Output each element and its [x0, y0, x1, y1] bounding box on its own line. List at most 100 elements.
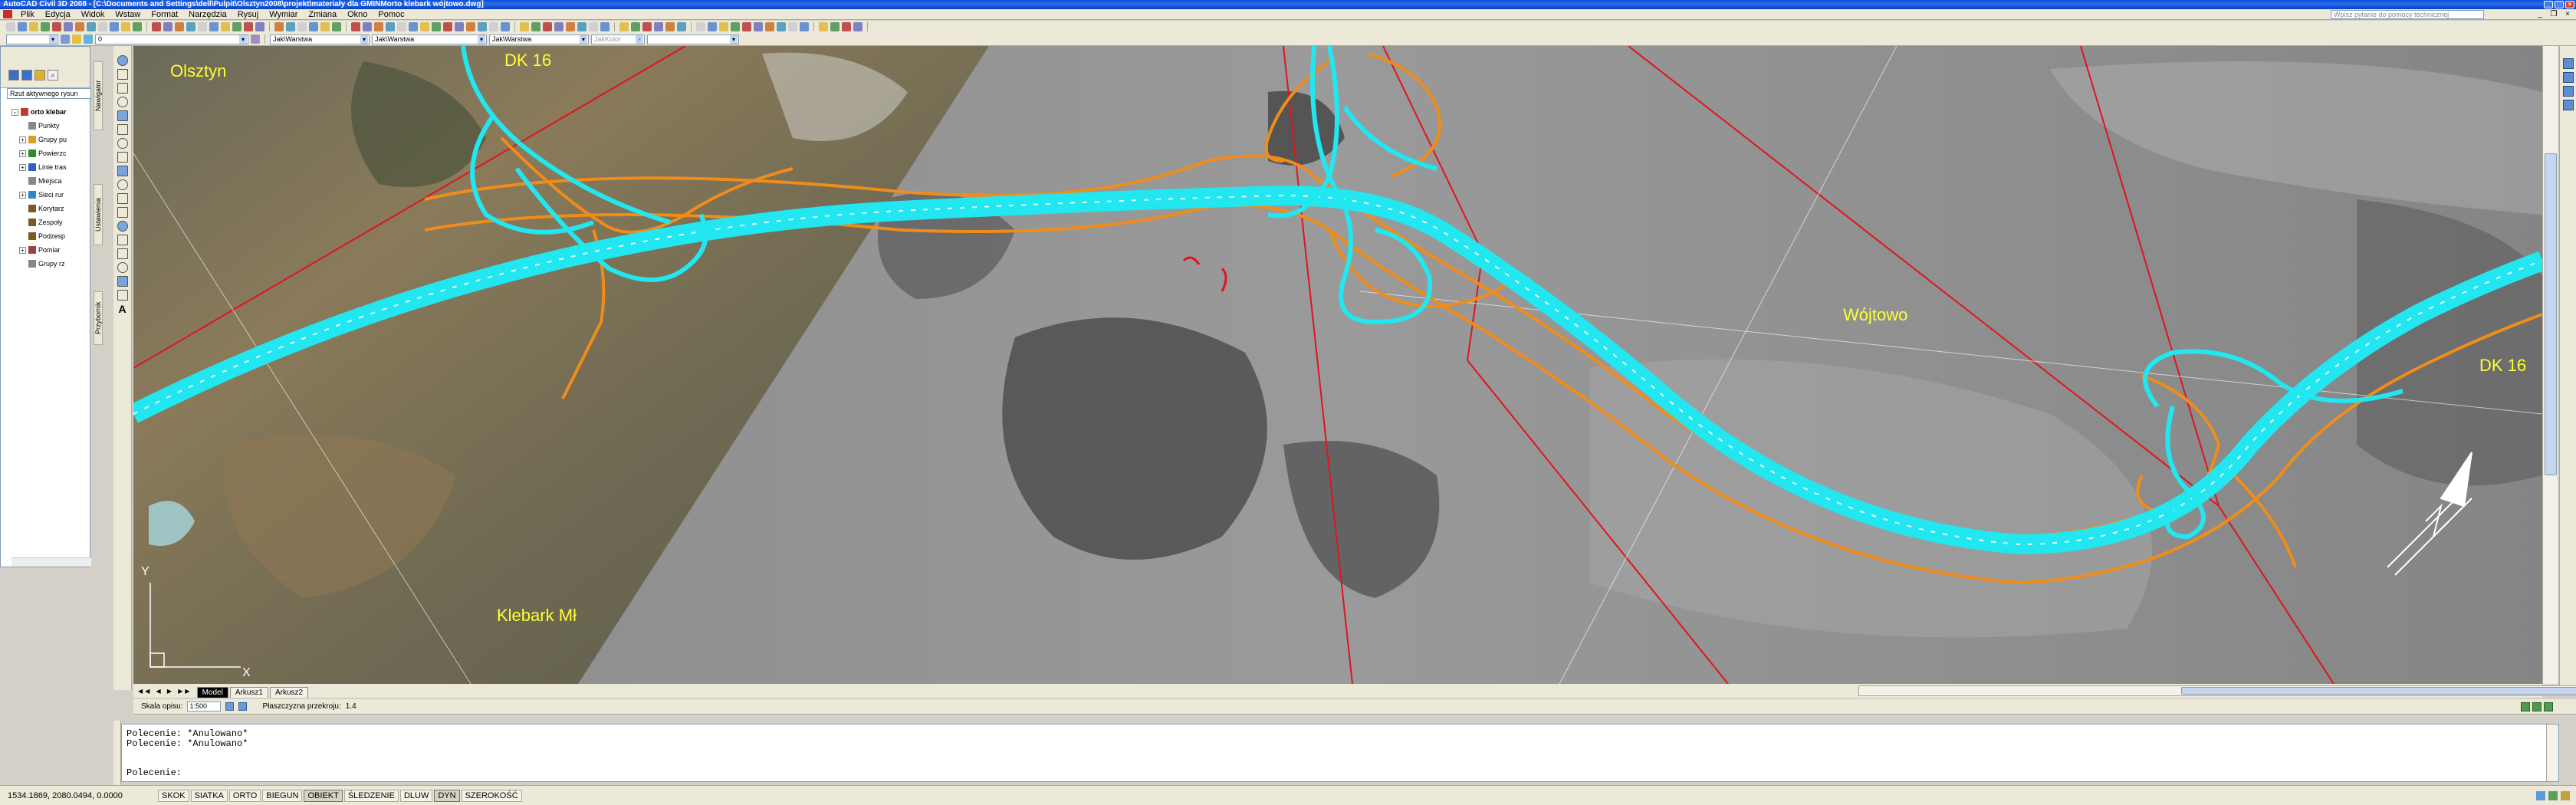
toolbar-button-icon[interactable]	[853, 22, 863, 31]
toolbar-button-icon[interactable]	[6, 22, 15, 31]
status-toggle-śledzenie[interactable]: ŚLEDZENIE	[343, 789, 399, 802]
toolbar-button-icon[interactable]	[642, 22, 652, 31]
tree-item[interactable]: Miejsca	[12, 174, 91, 188]
toolbar-button-icon[interactable]	[133, 22, 142, 31]
tab-navigator[interactable]: Nawigator	[94, 61, 103, 130]
communication-center-icon[interactable]	[2536, 790, 2545, 800]
command-prompt[interactable]: Polecenie:	[127, 768, 182, 778]
status-toggle-siatka[interactable]: SIATKA	[190, 789, 228, 802]
linetype-combo[interactable]: Jak\Warstwa	[372, 34, 487, 44]
tree-item[interactable]: + Grupy pu	[12, 133, 91, 146]
toolbar-button-icon[interactable]	[765, 22, 774, 31]
menu-edycja[interactable]: Edycja	[40, 9, 76, 20]
toolbar-button-icon[interactable]	[209, 22, 219, 31]
revision-cloud-tool-icon[interactable]	[117, 152, 128, 163]
toolbar-button-icon[interactable]	[654, 22, 663, 31]
clean-screen-icon[interactable]	[2544, 702, 2553, 711]
toolbar-button-icon[interactable]	[478, 22, 487, 31]
bulb-icon[interactable]	[72, 34, 81, 44]
prospector-scrollbar[interactable]	[12, 557, 91, 567]
tree-item[interactable]: Zespoły	[12, 215, 91, 229]
tree-expander-icon[interactable]: +	[19, 246, 26, 254]
orbit-icon[interactable]	[2562, 100, 2574, 110]
toolbar-button-icon[interactable]	[455, 22, 464, 31]
toolbar-button-icon[interactable]	[420, 22, 429, 31]
tree-expander-icon[interactable]: +	[19, 191, 26, 199]
toolbar-button-icon[interactable]	[29, 22, 38, 31]
color-combo[interactable]: Jak\Warstwa	[270, 34, 370, 44]
toolbar-button-icon[interactable]	[363, 22, 372, 31]
layer-manager-icon[interactable]	[61, 34, 70, 44]
menu-plik[interactable]: Plik	[15, 9, 40, 20]
toolbar-button-icon[interactable]	[52, 22, 61, 31]
construction-line-tool-icon[interactable]	[117, 69, 128, 80]
lock-icon[interactable]	[2532, 702, 2542, 711]
tree-expander-icon[interactable]: +	[19, 150, 26, 157]
toolbar-button-icon[interactable]	[543, 22, 552, 31]
toolbar-button-icon[interactable]	[198, 22, 207, 31]
point-tool-icon[interactable]	[117, 235, 128, 245]
tab-toolbox[interactable]: Przybornik	[94, 291, 103, 345]
close-button[interactable]: ×	[2565, 1, 2574, 8]
ellipse-tool-icon[interactable]	[117, 179, 128, 190]
coordinate-readout[interactable]: 1534.1869, 2080.0494, 0.0000	[8, 791, 158, 800]
vertical-scroll-thumb[interactable]	[2545, 153, 2557, 475]
menu-rysuj[interactable]: Rysuj	[232, 9, 264, 20]
layer-state-combo[interactable]	[6, 34, 58, 44]
tree-item[interactable]: + Sieci rur	[12, 188, 91, 202]
map-canvas[interactable]: Y X	[133, 46, 2542, 684]
toolbar-button-icon[interactable]	[696, 22, 705, 31]
toolbar-button-icon[interactable]	[432, 22, 441, 31]
status-toggle-szerokość[interactable]: SZEROKOŚĆ	[461, 789, 522, 802]
toolbar-button-icon[interactable]	[619, 22, 629, 31]
toolbar-button-icon[interactable]	[466, 22, 475, 31]
toolbar-button-icon[interactable]	[98, 22, 107, 31]
toolbar-button-icon[interactable]	[589, 22, 598, 31]
tree-item[interactable]: + Powierzc	[12, 146, 91, 160]
menu-widok[interactable]: Widok	[76, 9, 110, 20]
toolbar-button-icon[interactable]	[566, 22, 575, 31]
toolbar-button-icon[interactable]	[631, 22, 640, 31]
view-combo[interactable]: Rzut aktywnego rysun	[7, 88, 91, 99]
toolbar-button-icon[interactable]	[443, 22, 452, 31]
horizontal-scroll-thumb[interactable]	[2181, 687, 2576, 695]
viewcube-icon[interactable]	[2562, 58, 2574, 69]
toolbar-button-icon[interactable]	[309, 22, 318, 31]
tab-arkusz1[interactable]: Arkusz1	[229, 687, 268, 698]
toolbar-button-icon[interactable]	[800, 22, 809, 31]
toolbar-button-icon[interactable]	[186, 22, 196, 31]
spline-tool-icon[interactable]	[117, 166, 128, 176]
maximize-button[interactable]: □	[2555, 1, 2564, 8]
toolbar-button-icon[interactable]	[110, 22, 119, 31]
toolbar-button-icon[interactable]	[554, 22, 564, 31]
tree-expander-icon[interactable]: +	[19, 163, 26, 171]
toolbar-button-icon[interactable]	[819, 22, 828, 31]
layer-combo[interactable]: 0	[95, 34, 248, 44]
tree-item[interactable]: + Pomiar	[12, 243, 91, 257]
toolbar-button-icon[interactable]	[332, 22, 341, 31]
toolbar-button-icon[interactable]	[121, 22, 130, 31]
toolbar-button-icon[interactable]	[708, 22, 717, 31]
circle-tool-icon[interactable]	[117, 138, 128, 149]
layer-previous-icon[interactable]	[251, 34, 260, 44]
toolbar-button-icon[interactable]	[520, 22, 529, 31]
toolbar-button-icon[interactable]	[274, 22, 284, 31]
toolbar-button-icon[interactable]	[320, 22, 330, 31]
annotation-autoscale-icon[interactable]	[238, 702, 248, 711]
region-tool-icon[interactable]	[117, 276, 128, 287]
toolbar-button-icon[interactable]	[754, 22, 763, 31]
menu-pomoc[interactable]: Pomoc	[373, 9, 409, 20]
help-search-input[interactable]: Wpisz pytanie do pomocy technicznej	[2331, 10, 2484, 19]
status-toggle-biegun[interactable]: BIEGUN	[262, 789, 303, 802]
toolbar-button-icon[interactable]	[255, 22, 264, 31]
toolbar-button-icon[interactable]	[286, 22, 295, 31]
pan-icon[interactable]	[2562, 72, 2574, 83]
toolbar-button-icon[interactable]	[41, 22, 50, 31]
extra-combo[interactable]	[647, 34, 739, 44]
search-icon[interactable]: ⌕	[48, 70, 58, 80]
toolbar-button-icon[interactable]	[64, 22, 73, 31]
toolbar-button-icon[interactable]	[374, 22, 383, 31]
toolbar-button-icon[interactable]	[531, 22, 540, 31]
annotation-scale-combo[interactable]: 1:500	[187, 702, 222, 711]
toolbar-lock-icon[interactable]	[2548, 790, 2558, 800]
